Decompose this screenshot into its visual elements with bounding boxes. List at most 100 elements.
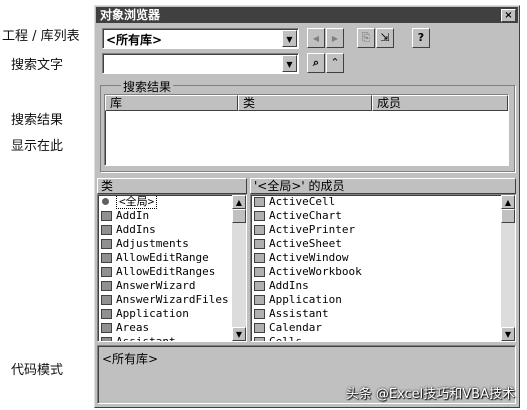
class-list-item[interactable]: AllowEditRange: [98, 251, 246, 265]
member-item-label: Assistant: [269, 307, 329, 320]
class-icon: [101, 281, 112, 291]
member-list-item[interactable]: ActiveWindow: [251, 251, 515, 265]
scroll-thumb[interactable]: [501, 209, 515, 223]
column-header-member[interactable]: 成员: [372, 95, 508, 111]
class-list-item[interactable]: Adjustments: [98, 237, 246, 251]
class-icon: [101, 323, 112, 333]
back-button[interactable]: ◀: [307, 28, 325, 48]
member-item-label: ActiveChart: [269, 209, 342, 222]
class-list-item[interactable]: <全局>: [98, 195, 246, 209]
property-icon: [254, 323, 265, 333]
member-list-item[interactable]: Cells: [251, 335, 515, 342]
class-item-label: Adjustments: [116, 237, 189, 250]
scroll-down-icon[interactable]: ▼: [501, 327, 515, 341]
class-icon: [101, 239, 112, 249]
members-header: '<全局>' 的成员: [250, 178, 516, 194]
class-list-item[interactable]: AddIn: [98, 209, 246, 223]
classes-rows: <全局> AddIn AddIns Adjustments AllowEditRange…: [98, 195, 246, 342]
class-icon: [101, 225, 112, 235]
property-icon: [254, 309, 265, 319]
member-list-item[interactable]: Assistant: [251, 307, 515, 321]
member-list-item[interactable]: ActivePrinter: [251, 223, 515, 237]
members-list[interactable]: ActiveCell ActiveChart ActivePrinter Active…: [250, 194, 516, 342]
annotation-display-here: 显示在此: [11, 139, 64, 154]
member-item-label: Calendar: [269, 321, 322, 334]
toggle-results-button[interactable]: ⌃: [326, 53, 344, 73]
class-item-label: Areas: [116, 321, 150, 334]
search-text-input[interactable]: ▼: [102, 53, 299, 74]
close-button[interactable]: ×: [501, 9, 516, 22]
property-icon: [254, 211, 265, 221]
member-item-label: ActiveCell: [269, 195, 336, 208]
window-title: 对象浏览器: [100, 8, 161, 22]
view-definition-button[interactable]: ⇲: [376, 28, 394, 48]
scroll-thumb[interactable]: [232, 209, 246, 223]
member-list-item[interactable]: AddIns: [251, 279, 515, 293]
member-list-item[interactable]: Application: [251, 293, 515, 307]
library-select[interactable]: <所有库> ▼: [102, 28, 299, 49]
member-list-item[interactable]: ActiveWorkbook: [251, 265, 515, 279]
annotation-search-text: 搜索文字: [11, 58, 64, 73]
library-select-value: <所有库>: [106, 33, 163, 47]
class-item-label: Application: [116, 307, 189, 320]
member-item-label: ActiveSheet: [269, 237, 342, 250]
property-icon: [254, 267, 265, 277]
scroll-up-icon[interactable]: ▲: [501, 195, 515, 209]
copy-icon: ⎘: [361, 31, 371, 44]
binoculars-icon: ⌕: [312, 56, 320, 69]
member-item-label: ActiveWorkbook: [269, 265, 362, 278]
details-text: <所有库>: [102, 352, 159, 366]
forward-arrow-icon: ▶: [331, 34, 339, 43]
member-list-item[interactable]: ActiveCell: [251, 195, 515, 209]
copy-button[interactable]: ⎘: [357, 28, 375, 48]
annotation-project-library: 工程 / 库列表: [2, 29, 80, 44]
column-header-class[interactable]: 类: [238, 95, 372, 111]
search-results-group: 搜索结果 库 类 成员: [100, 78, 515, 172]
scroll-up-icon[interactable]: ▲: [232, 195, 246, 209]
search-dropdown-arrow-icon[interactable]: ▼: [282, 55, 297, 72]
class-list-item[interactable]: AddIns: [98, 223, 246, 237]
property-icon: [254, 197, 265, 207]
scroll-down-icon[interactable]: ▼: [232, 327, 246, 341]
watermark: 头条 @Excel技巧和VBA技术: [345, 387, 515, 402]
property-icon: [254, 225, 265, 235]
members-scrollbar[interactable]: ▲ ▼: [501, 195, 515, 341]
class-item-label: AllowEditRange: [116, 251, 209, 264]
class-item-label: AnswerWizard: [116, 279, 196, 292]
member-list-item[interactable]: ActiveChart: [251, 209, 515, 223]
class-list-item[interactable]: Application: [98, 307, 246, 321]
class-item-label: AllowEditRanges: [116, 265, 216, 278]
member-item-label: ActivePrinter: [269, 223, 356, 236]
annotation-search-results: 搜索结果: [11, 113, 64, 128]
classes-scrollbar[interactable]: ▲ ▼: [232, 195, 246, 341]
property-icon: [254, 281, 265, 291]
class-item-label: Assistant: [116, 335, 176, 342]
class-list-item[interactable]: AllowEditRanges: [98, 265, 246, 279]
class-item-label: <全局>: [116, 195, 158, 209]
help-icon: ?: [417, 31, 425, 44]
global-module-icon: [102, 198, 109, 205]
search-results-list[interactable]: 库 类 成员: [104, 94, 509, 166]
class-list-item[interactable]: Assistant: [98, 335, 246, 342]
property-icon: [254, 239, 265, 249]
classes-list[interactable]: <全局> AddIn AddIns Adjustments AllowEditRange…: [97, 194, 247, 342]
class-list-item[interactable]: AnswerWizard: [98, 279, 246, 293]
member-item-label: Application: [269, 293, 342, 306]
forward-button[interactable]: ▶: [326, 28, 344, 48]
class-item-label: AddIn: [116, 209, 150, 222]
search-results-title: 搜索结果: [121, 78, 174, 95]
collapse-icon: ⌃: [330, 56, 340, 69]
class-item-label: AddIns: [116, 223, 156, 236]
title-bar: 对象浏览器 ×: [96, 7, 518, 23]
member-list-item[interactable]: Calendar: [251, 321, 515, 335]
member-list-item[interactable]: ActiveSheet: [251, 237, 515, 251]
class-list-item[interactable]: Areas: [98, 321, 246, 335]
help-button[interactable]: ?: [412, 28, 430, 48]
member-item-label: Cells: [269, 335, 303, 342]
member-item-label: AddIns: [269, 279, 309, 292]
column-header-library[interactable]: 库: [105, 95, 238, 111]
class-list-item[interactable]: AnswerWizardFiles: [98, 293, 246, 307]
library-dropdown-arrow-icon[interactable]: ▼: [282, 30, 297, 47]
search-button[interactable]: ⌕: [307, 53, 325, 73]
annotation-code-mode: 代码模式: [11, 363, 64, 378]
